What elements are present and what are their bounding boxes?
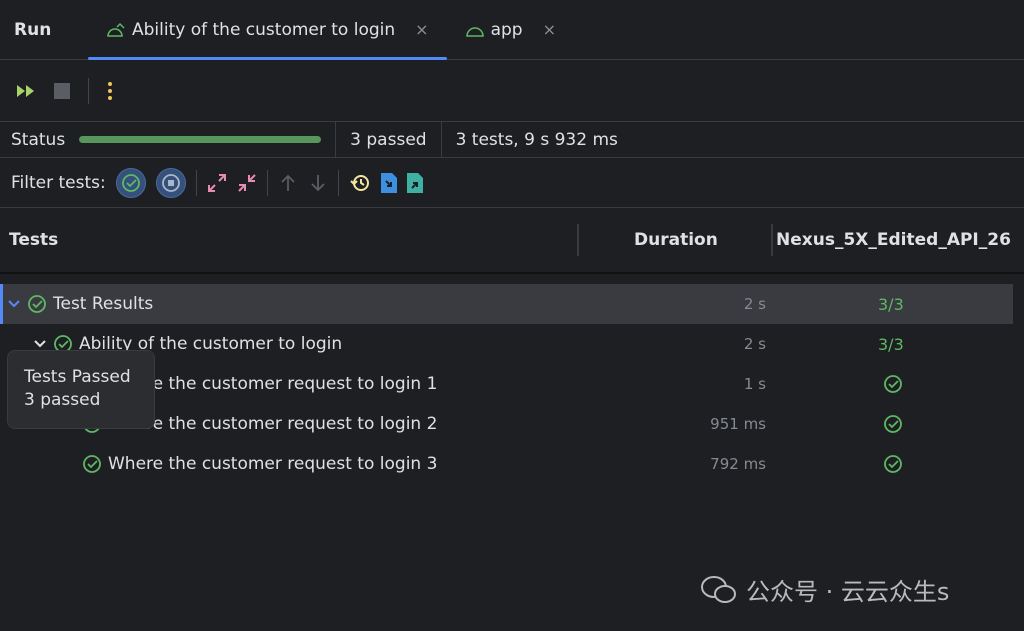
column-header: Tests Duration Nexus_5X_Edited_API_26	[0, 208, 1024, 274]
row-duration: 2 s	[743, 295, 766, 313]
expand-all-icon[interactable]	[207, 173, 227, 193]
check-circle-icon	[884, 455, 902, 473]
tab-label: Ability of the customer to login	[132, 19, 396, 40]
test-summary: 3 tests, 9 s 932 ms	[440, 121, 632, 158]
filter-toolbar: Filter tests:	[0, 158, 1024, 208]
status-bar: Status 3 passed 3 tests, 9 s 932 ms	[0, 121, 1024, 158]
show-ignored-toggle[interactable]	[155, 167, 186, 198]
row-duration: 951 ms	[710, 415, 766, 433]
check-circle-icon	[83, 455, 101, 473]
row-duration: 1 s	[743, 375, 766, 393]
row-name: Where the customer request to login 3	[82, 454, 437, 474]
arrow-up-icon[interactable]	[278, 173, 298, 193]
row-result: 3/3	[878, 334, 904, 354]
row-name: Test Results	[7, 294, 153, 314]
column-device[interactable]: Nexus_5X_Edited_API_26	[776, 230, 1011, 250]
row-duration: 792 ms	[710, 455, 766, 473]
divider	[88, 77, 89, 104]
check-circle-icon	[884, 375, 902, 393]
run-toolbar	[0, 60, 1024, 122]
tab-ability-login[interactable]: Ability of the customer to login ×	[88, 0, 447, 60]
chevron-down-icon[interactable]	[33, 339, 47, 349]
show-passed-toggle[interactable]	[115, 167, 146, 198]
filter-label: Filter tests:	[11, 172, 106, 193]
divider	[337, 169, 339, 196]
tooltip-detail: 3 passed	[24, 390, 101, 410]
summary-text: 3 tests, 9 s 932 ms	[455, 129, 618, 150]
row-label: Test Results	[53, 294, 154, 314]
passed-text: 3 passed	[350, 129, 427, 150]
status-label: Status	[11, 129, 66, 150]
close-icon[interactable]: ×	[415, 20, 428, 39]
check-circle-icon	[28, 295, 46, 313]
android-icon	[465, 26, 484, 37]
rerun-icon[interactable]	[16, 84, 36, 98]
column-duration[interactable]: Duration	[634, 230, 718, 250]
passed-count: 3 passed	[335, 121, 440, 158]
tooltip-title: Tests Passed	[24, 367, 131, 387]
more-icon[interactable]	[107, 81, 113, 101]
tree-row-test-results[interactable]: Test Results 2 s 3/3	[0, 284, 1013, 324]
collapse-all-icon[interactable]	[237, 173, 257, 193]
divider	[266, 169, 268, 196]
row-label: Where the customer request to login 2	[108, 414, 438, 434]
stop-circle-icon	[161, 173, 180, 192]
history-icon[interactable]	[349, 173, 371, 193]
row-duration: 2 s	[743, 335, 766, 353]
android-test-icon	[107, 22, 125, 37]
check-circle-icon	[121, 173, 140, 192]
watermark: 公众号 · 云云众生s	[700, 572, 949, 607]
column-divider[interactable]	[577, 224, 579, 256]
status-tooltip: Tests Passed 3 passed	[7, 350, 155, 429]
import-tests-icon[interactable]	[380, 172, 397, 193]
column-divider[interactable]	[771, 224, 773, 256]
divider	[195, 169, 197, 196]
stop-icon[interactable]	[54, 82, 70, 99]
wechat-icon	[701, 575, 736, 603]
arrow-down-icon[interactable]	[308, 173, 328, 193]
watermark-text: 公众号 · 云云众生s	[746, 578, 950, 606]
row-label: Where the customer request to login 3	[108, 454, 438, 474]
row-label: Where the customer request to login 1	[108, 374, 438, 394]
tree-row-test[interactable]: Where the customer request to login 3 79…	[0, 444, 1024, 484]
run-title: Run	[14, 19, 52, 40]
export-tests-icon[interactable]	[406, 172, 423, 193]
progress-bar	[79, 136, 322, 143]
tab-app[interactable]: app ×	[447, 0, 574, 60]
row-result: 3/3	[878, 294, 904, 314]
close-icon[interactable]: ×	[543, 20, 556, 39]
chevron-down-icon[interactable]	[7, 299, 21, 309]
tab-bar: Run Ability of the customer to login × a…	[0, 0, 1024, 60]
check-circle-icon	[884, 415, 902, 433]
column-tests[interactable]: Tests	[9, 230, 58, 250]
tab-label: app	[490, 19, 523, 40]
